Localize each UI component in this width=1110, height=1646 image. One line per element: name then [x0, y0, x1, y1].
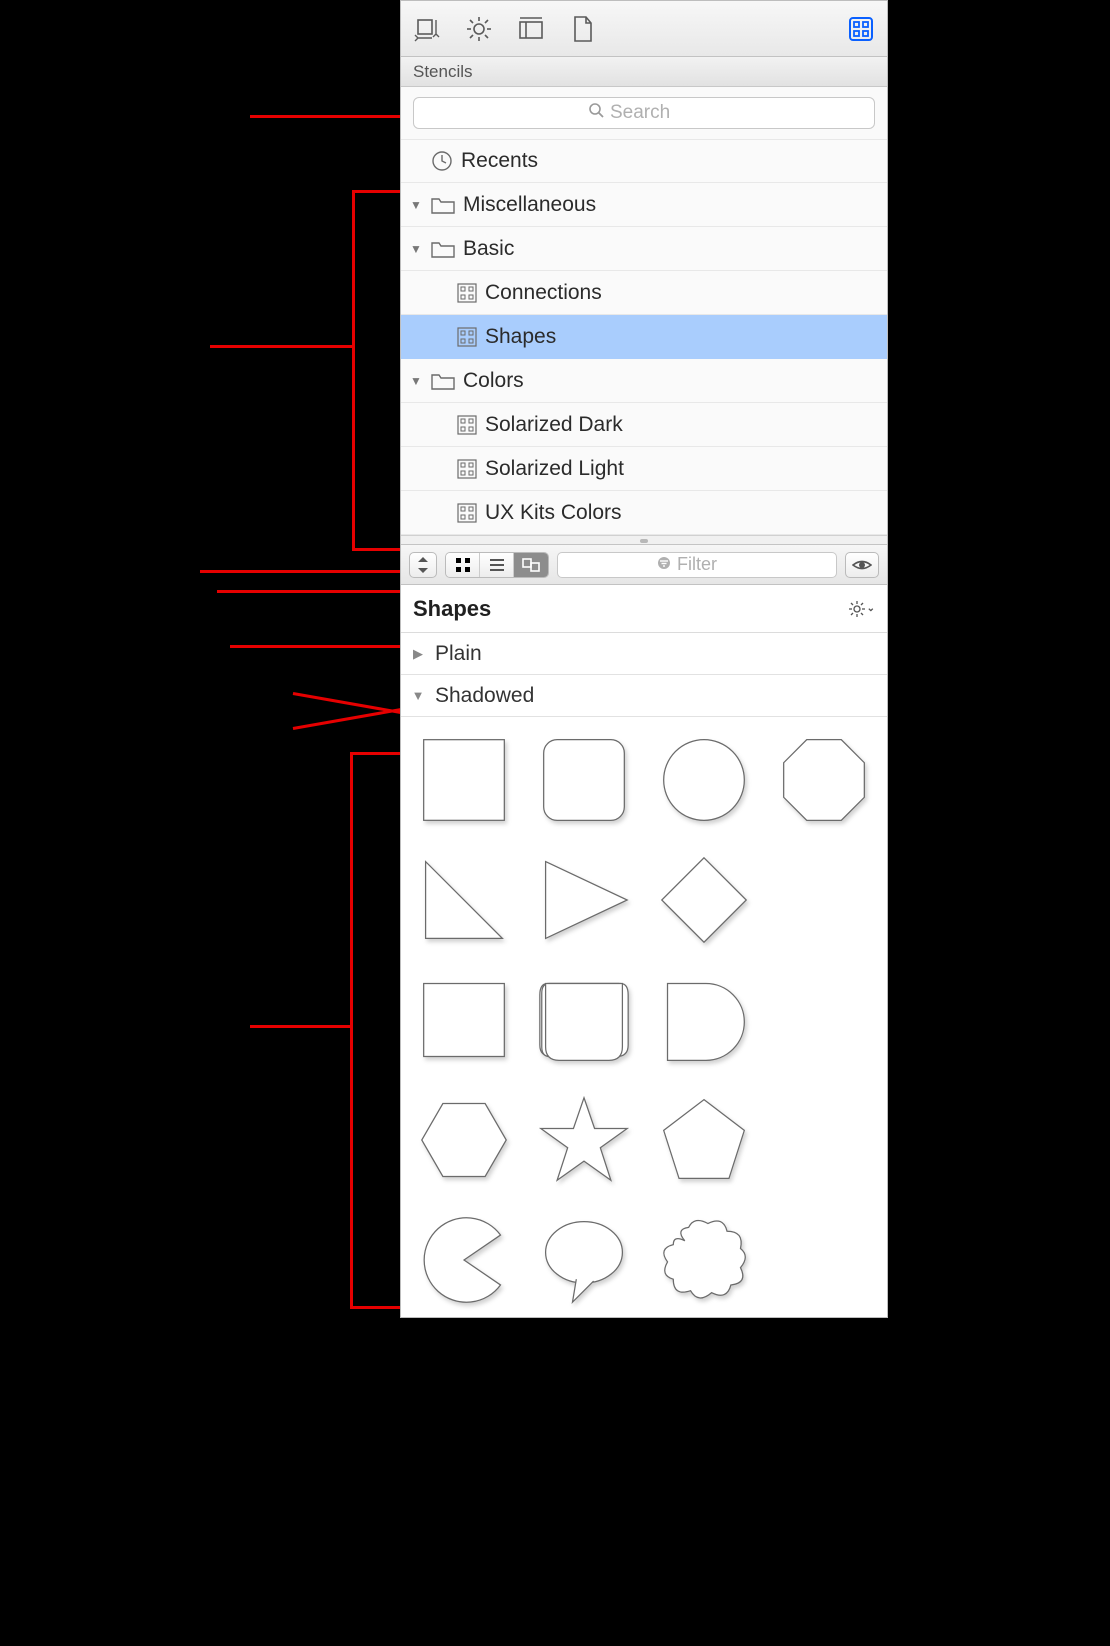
stencil-item-icon	[457, 283, 477, 303]
chevron-down-icon[interactable]: ▼	[409, 198, 423, 212]
shape-pacman[interactable]	[411, 1207, 517, 1313]
filter-input[interactable]	[677, 554, 737, 575]
callout-line	[352, 190, 355, 550]
shape-star[interactable]	[531, 1087, 637, 1193]
shape-empty-slot	[771, 1087, 877, 1193]
group-label: Shadowed	[435, 684, 534, 708]
content-title: Shapes	[413, 596, 491, 622]
callout-line	[352, 190, 400, 193]
callout-line	[350, 1306, 400, 1309]
layout-tab-icon[interactable]	[515, 13, 547, 45]
stencils-tab-icon[interactable]	[845, 13, 877, 45]
chevron-down-icon: ⌄	[867, 603, 875, 614]
callout-line	[217, 590, 400, 593]
shape-rounded-tab[interactable]	[531, 967, 637, 1073]
shape-empty-slot	[771, 967, 877, 1073]
view-grid-icon[interactable]	[446, 553, 480, 577]
callout-line	[350, 752, 400, 755]
shape-triangle[interactable]	[531, 847, 637, 953]
tree-recents[interactable]: Recents	[401, 139, 887, 183]
stencil-item-icon	[457, 327, 477, 347]
expand-collapse-button[interactable]	[409, 552, 437, 578]
stencil-item-icon	[457, 415, 477, 435]
callout-line	[230, 645, 400, 648]
tree-item-ux-kits-colors[interactable]: UX Kits Colors	[401, 491, 887, 535]
chevron-right-icon[interactable]: ▶	[411, 646, 425, 662]
tree-folder-colors[interactable]: ▼ Colors	[401, 359, 887, 403]
callout-line	[210, 345, 352, 348]
folder-icon	[431, 196, 455, 214]
shape-speech-bubble[interactable]	[531, 1207, 637, 1313]
shape-square[interactable]	[411, 727, 517, 833]
shape-circle[interactable]	[651, 727, 757, 833]
callout-line	[250, 1025, 350, 1028]
tree-folder-miscellaneous[interactable]: ▼ Miscellaneous	[401, 183, 887, 227]
annotation-callouts-background	[0, 0, 400, 1646]
connections-tab-icon[interactable]	[411, 13, 443, 45]
tree-item-shapes[interactable]: Shapes	[401, 315, 887, 359]
tree-item-solarized-dark[interactable]: Solarized Dark	[401, 403, 887, 447]
gear-icon[interactable]	[463, 13, 495, 45]
folder-icon	[431, 372, 455, 390]
document-tab-icon[interactable]	[567, 13, 599, 45]
search-input[interactable]	[610, 102, 700, 124]
item-label: Shapes	[485, 325, 556, 349]
shape-octagon[interactable]	[771, 727, 877, 833]
shape-half-round[interactable]	[651, 967, 757, 1073]
shape-grid	[401, 717, 887, 1317]
shape-cloud[interactable]	[651, 1207, 757, 1313]
shape-hexagon[interactable]	[411, 1087, 517, 1193]
search-field[interactable]	[413, 97, 875, 129]
callout-line	[200, 570, 400, 573]
tree-item-solarized-light[interactable]: Solarized Light	[401, 447, 887, 491]
library-header: Stencils	[401, 57, 887, 87]
library-title-label: Stencils	[413, 62, 473, 82]
folder-label: Basic	[463, 237, 514, 261]
search-icon	[588, 102, 604, 124]
item-label: Connections	[485, 281, 602, 305]
item-label: UX Kits Colors	[485, 501, 622, 525]
group-plain[interactable]: ▶ Plain	[401, 633, 887, 675]
split-drag-handle[interactable]	[401, 535, 887, 545]
shape-empty-slot	[771, 847, 877, 953]
folder-label: Colors	[463, 369, 524, 393]
shape-right-triangle[interactable]	[411, 847, 517, 953]
tree-folder-basic[interactable]: ▼ Basic	[401, 227, 887, 271]
content-options-gear[interactable]: ⌄	[849, 601, 875, 617]
item-label: Solarized Dark	[485, 413, 623, 437]
filter-field[interactable]	[557, 552, 837, 578]
shape-rounded-square[interactable]	[531, 727, 637, 833]
view-mode-segmented	[445, 552, 549, 578]
shape-pentagon[interactable]	[651, 1087, 757, 1193]
stencil-tree: Recents ▼ Miscellaneous ▼ Basic Connecti…	[401, 139, 887, 535]
chevron-down-icon[interactable]: ▼	[409, 242, 423, 256]
group-label: Plain	[435, 642, 482, 666]
folder-label: Miscellaneous	[463, 193, 596, 217]
search-wrap	[401, 87, 887, 139]
folder-icon	[431, 240, 455, 258]
recents-label: Recents	[461, 149, 538, 173]
callout-line	[350, 752, 353, 1308]
shape-empty-slot	[771, 1207, 877, 1313]
callout-line	[250, 115, 400, 118]
group-shadowed[interactable]: ▼ Shadowed	[401, 675, 887, 717]
stencil-item-icon	[457, 459, 477, 479]
inspector-tab-toolbar	[401, 1, 887, 57]
shape-diamond[interactable]	[651, 847, 757, 953]
stencil-item-icon	[457, 503, 477, 523]
filter-icon	[657, 554, 671, 575]
preview-toggle-button[interactable]	[845, 552, 879, 578]
item-label: Solarized Light	[485, 457, 624, 481]
view-list-icon[interactable]	[480, 553, 514, 577]
stencil-content-toolbar	[401, 545, 887, 585]
chevron-down-icon[interactable]: ▼	[411, 688, 425, 703]
content-header: Shapes ⌄	[401, 585, 887, 633]
callout-line	[293, 708, 404, 730]
clock-icon	[431, 150, 453, 172]
shape-rectangle[interactable]	[411, 967, 517, 1073]
stencils-panel: Stencils Recents ▼ Miscellaneous	[400, 0, 888, 1318]
tree-item-connections[interactable]: Connections	[401, 271, 887, 315]
chevron-down-icon[interactable]: ▼	[409, 374, 423, 388]
view-canvas-icon[interactable]	[514, 553, 548, 577]
